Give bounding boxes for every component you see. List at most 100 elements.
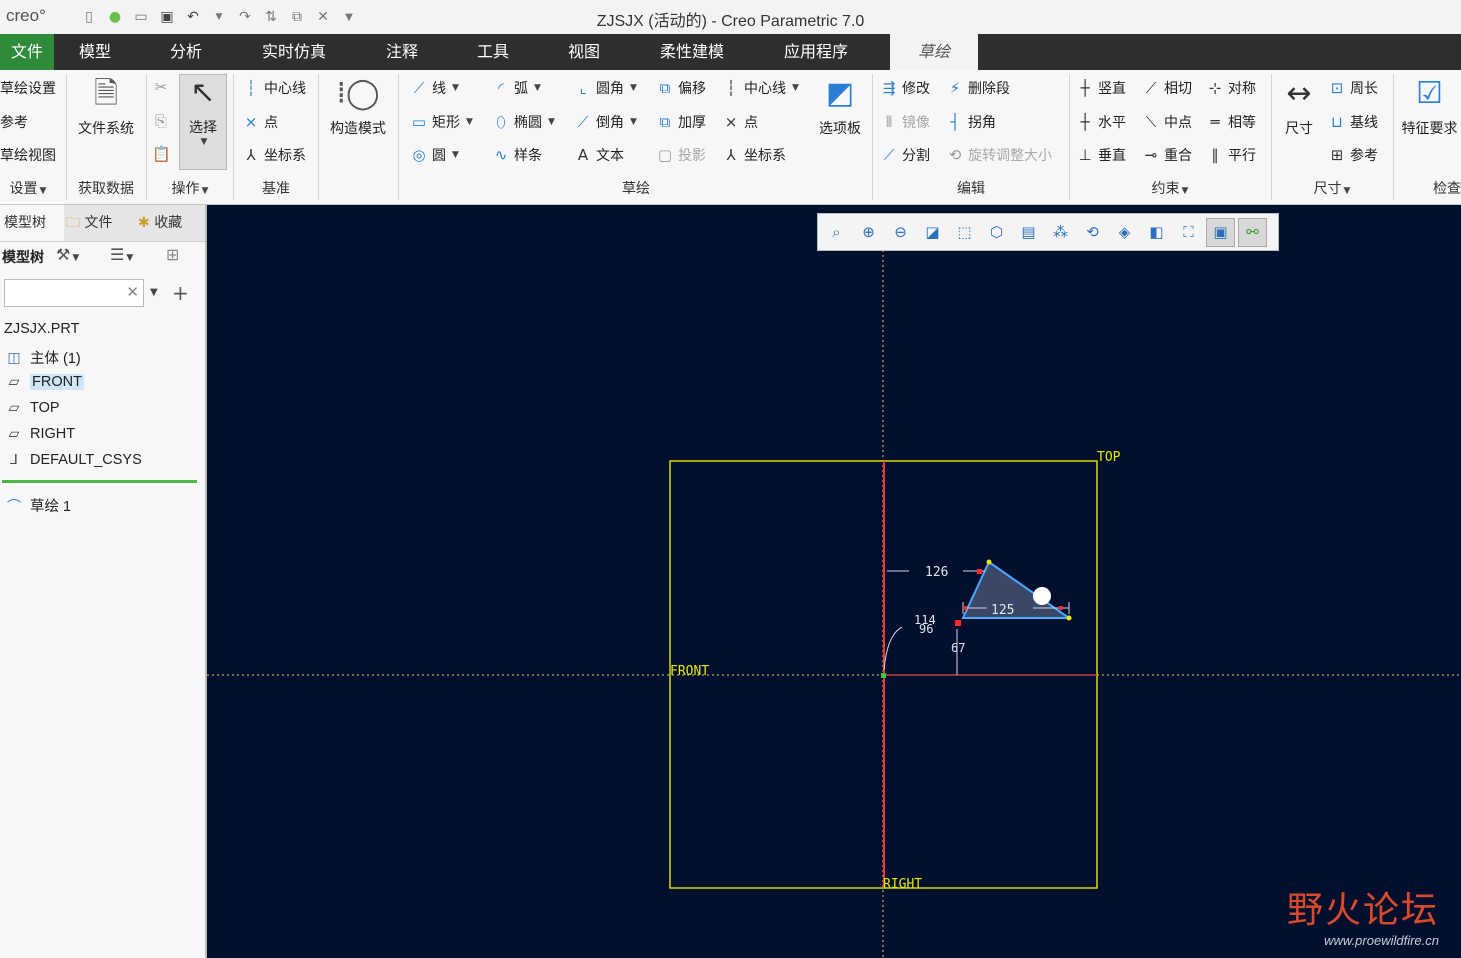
tab-tools[interactable]: 工具 bbox=[460, 34, 526, 70]
palette-button[interactable]: ◩ 选项板 bbox=[812, 76, 868, 138]
group-dimension[interactable]: 尺寸 ▼ bbox=[1272, 178, 1392, 198]
coincident-constraint-button[interactable]: ⊸ 重合 bbox=[1142, 145, 1192, 165]
tab-folder-browser[interactable]: 🗀 文件 bbox=[66, 205, 126, 241]
datum-centerline-button[interactable]: ┆ 中心线 bbox=[242, 78, 306, 98]
sketch-canvas[interactable]: TOP FRONT RIGHT 126 125 114 96 67 bbox=[207, 205, 1461, 958]
group-constrain[interactable]: 约束 ▼ bbox=[1070, 178, 1270, 198]
equal-constraint-button[interactable]: ═ 相等 bbox=[1206, 112, 1256, 132]
circle-button[interactable]: ◎ 圆 ▼ bbox=[410, 145, 458, 165]
tree-body-label: 主体 (1) bbox=[30, 351, 81, 367]
sketch-point-button[interactable]: × 点 bbox=[722, 112, 758, 132]
symmetric-constraint-button[interactable]: ⊹ 对称 bbox=[1206, 78, 1256, 98]
tab-view[interactable]: 视图 bbox=[551, 34, 617, 70]
baseline-icon: ⊔ bbox=[1331, 113, 1343, 131]
tangent-constraint-button[interactable]: ⟋ 相切 bbox=[1142, 78, 1192, 98]
tree-item-csys[interactable]: ⅃ DEFAULT_CSYS bbox=[4, 451, 142, 468]
midpoint-constraint-button[interactable]: ⟍ 中点 bbox=[1142, 112, 1192, 132]
search-input[interactable] bbox=[9, 280, 123, 306]
sketch-csys-button[interactable]: ⅄ 坐标系 bbox=[722, 145, 786, 165]
file-system-button[interactable]: 🗎 文件系统 bbox=[70, 76, 142, 138]
vertical-constraint-button[interactable]: ┼ 竖直 bbox=[1076, 78, 1126, 98]
baseline-button[interactable]: ⊔ 基线 bbox=[1328, 112, 1378, 132]
dim-96[interactable]: 96 bbox=[919, 622, 933, 636]
chamfer-button[interactable]: ⟋ 倒角 ▼ bbox=[574, 112, 637, 132]
tree-filter-icon[interactable]: ⊞ bbox=[166, 245, 179, 264]
tree-item-sketch[interactable]: ⌒ 草绘 1 bbox=[4, 495, 71, 516]
sketch-centerline-button[interactable]: ┆ 中心线 ▼ bbox=[722, 78, 798, 98]
horizontal-constraint-button[interactable]: ┼ 水平 bbox=[1076, 112, 1126, 132]
tab-flexible-modeling[interactable]: 柔性建模 bbox=[648, 34, 736, 70]
select-button[interactable]: ↖ 选择 ▼ bbox=[179, 74, 227, 170]
rectangle-button[interactable]: ▭ 矩形 ▼ bbox=[410, 112, 473, 132]
fillet-button[interactable]: ⌞ 圆角 ▼ bbox=[574, 78, 636, 98]
ellipse-button[interactable]: ⬯ 椭圆 ▼ bbox=[492, 112, 555, 132]
point-icon: × bbox=[244, 113, 258, 131]
sketch-setup-button[interactable]: 草绘设置 bbox=[0, 78, 56, 98]
thicken-button[interactable]: ⧉ 加厚 bbox=[656, 112, 706, 132]
corner-button[interactable]: ┤ 拐角 bbox=[946, 112, 996, 132]
settings-tools-icon[interactable]: ⚒ ▼ bbox=[56, 245, 79, 264]
datum-point-button[interactable]: × 点 bbox=[242, 112, 278, 132]
delete-segment-button[interactable]: ⚡ 删除段 bbox=[946, 78, 1010, 98]
tab-file[interactable]: 文件 bbox=[0, 34, 54, 70]
arc-button[interactable]: ◜ 弧 ▼ bbox=[492, 78, 541, 98]
dimension-button[interactable]: ↔ 尺寸 bbox=[1276, 76, 1322, 138]
perpendicular-constraint-button[interactable]: ⊥ 垂直 bbox=[1076, 145, 1126, 165]
tab-realtime-sim[interactable]: 实时仿真 bbox=[250, 34, 338, 70]
dim-125[interactable]: 125 bbox=[991, 603, 1014, 618]
tree-item-front[interactable]: ▱ FRONT bbox=[4, 373, 84, 390]
dim-126[interactable]: 126 bbox=[925, 565, 948, 580]
rotate-resize-button[interactable]: ⟲ 旋转调整大小 bbox=[946, 145, 1052, 165]
select-label: 选择 bbox=[189, 120, 217, 136]
insert-here-marker[interactable] bbox=[2, 480, 197, 483]
dim-67[interactable]: 67 bbox=[951, 641, 965, 655]
paste-icon[interactable]: 📋 bbox=[152, 145, 171, 163]
tree-root[interactable]: ZJSJX.PRT bbox=[4, 321, 79, 337]
point-icon: × bbox=[724, 113, 738, 131]
cut-icon[interactable]: ✂ bbox=[152, 78, 170, 96]
perimeter-button[interactable]: ⊡ 周长 bbox=[1328, 78, 1378, 98]
fillet-label: 圆角 bbox=[596, 81, 624, 97]
tree-item-body[interactable]: ◫ 主体 (1) bbox=[4, 347, 81, 368]
vertex-point[interactable] bbox=[986, 559, 992, 565]
vertex-point[interactable] bbox=[1066, 615, 1072, 621]
construction-mode-button[interactable]: ⁞◯ 构造模式 bbox=[322, 76, 394, 138]
tab-annotate[interactable]: 注释 bbox=[370, 34, 434, 70]
divide-button[interactable]: ⟋ 分割 bbox=[880, 145, 930, 165]
group-operations[interactable]: 操作 ▼ bbox=[150, 178, 230, 198]
feature-requirements-button[interactable]: ☑ 特征要求 bbox=[1398, 76, 1461, 138]
tree-item-top[interactable]: ▱ TOP bbox=[4, 399, 60, 416]
mirror-button[interactable]: ⫴ 镜像 bbox=[880, 112, 930, 132]
modify-button[interactable]: ⇶ 修改 bbox=[880, 78, 930, 98]
clear-search-icon[interactable]: ✕ bbox=[126, 283, 139, 301]
tab-favorites[interactable]: ✱ 收藏 bbox=[138, 205, 200, 241]
add-icon[interactable]: + bbox=[172, 281, 189, 305]
tab-model-tree[interactable]: 模型树 bbox=[0, 205, 64, 241]
text-button[interactable]: A 文本 bbox=[574, 145, 624, 165]
tab-model[interactable]: 模型 bbox=[62, 34, 128, 70]
project-button[interactable]: ▢ 投影 bbox=[656, 145, 706, 165]
project-label: 投影 bbox=[678, 148, 706, 164]
copy-icon[interactable]: ⎘ bbox=[152, 112, 170, 130]
search-field[interactable]: ✕ bbox=[4, 279, 144, 307]
parallel-constraint-button[interactable]: ∥ 平行 bbox=[1206, 145, 1256, 165]
tree-item-right[interactable]: ▱ RIGHT bbox=[4, 425, 76, 442]
left-panel: 模型树 🗀 文件 ✱ 收藏 模型树 ⚒ ▼ ☰ ▼ ⊞ ✕ ▼ + ZJSJX.PR… bbox=[0, 205, 207, 958]
palette-icon: ◩ bbox=[825, 76, 855, 111]
modify-label: 修改 bbox=[902, 81, 930, 97]
sketch-view-button[interactable]: 草绘视图 bbox=[0, 145, 56, 165]
datum-csys-button[interactable]: ⅄ 坐标系 bbox=[242, 145, 306, 165]
horizontal-label: 水平 bbox=[1098, 115, 1126, 131]
tab-applications[interactable]: 应用程序 bbox=[772, 34, 860, 70]
tab-analysis[interactable]: 分析 bbox=[153, 34, 219, 70]
search-options-icon[interactable]: ▼ bbox=[150, 287, 158, 298]
spline-button[interactable]: ∿ 样条 bbox=[492, 145, 542, 165]
references-button[interactable]: 参考 bbox=[0, 112, 28, 132]
group-setup[interactable]: 设置 ▼ bbox=[0, 178, 56, 198]
line-button[interactable]: ⟋ 线 ▼ bbox=[410, 78, 459, 98]
offset-button[interactable]: ⧉ 偏移 bbox=[656, 78, 706, 98]
graphics-window[interactable]: ⌕ ⊕ ⊖ ◪ ⬚ ⬡ ▤ ⁂ ⟲ ◈ ◧ ⛶ ▣ ⚯ TOP FRONT RI… bbox=[207, 205, 1461, 958]
reference-dim-button[interactable]: ⊞ 参考 bbox=[1328, 145, 1378, 165]
show-list-icon[interactable]: ☰ ▼ bbox=[110, 245, 133, 264]
tab-sketch[interactable]: 草绘 bbox=[890, 34, 978, 70]
